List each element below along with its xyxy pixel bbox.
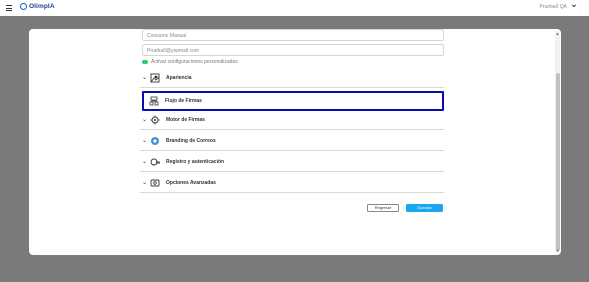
chevron-down-icon[interactable]: ⌄ — [141, 74, 148, 81]
user-name[interactable]: Prueba0 QA — [539, 4, 567, 10]
custom-config-toggle-row: Activar configuraciones personalizadas — [142, 59, 238, 65]
section-label: Branding de Correos — [166, 137, 216, 144]
section-label: Motor de Firmas — [166, 116, 205, 123]
custom-config-toggle[interactable] — [142, 60, 148, 64]
signature-engine-icon — [150, 115, 160, 124]
appearance-icon — [150, 73, 160, 82]
email-branding-icon — [151, 136, 159, 145]
auth-icon — [150, 158, 160, 165]
name-field-value: Consumo Manual — [147, 33, 187, 39]
save-button[interactable]: Guardar — [406, 204, 443, 212]
brand-name: OlimpIA — [29, 3, 55, 10]
section-label: Apariencia — [166, 74, 192, 81]
chevron-down-icon[interactable]: ⌄ — [141, 137, 148, 144]
custom-config-toggle-label: Activar configuraciones personalizadas — [151, 59, 238, 65]
scroll-down-arrow-icon[interactable]: ▼ — [556, 248, 560, 253]
email-field[interactable]: Prueba0@yopmail.com — [142, 44, 444, 56]
chevron-down-icon[interactable] — [571, 3, 577, 9]
settings-modal: Consumo Manual Prueba0@yopmail.com Activ… — [29, 29, 561, 255]
section-email-branding[interactable]: ⌄ Branding de Correos — [140, 131, 444, 151]
section-label: Registro y autenticación — [166, 158, 225, 165]
section-appearance[interactable]: ⌄ Apariencia — [140, 68, 444, 88]
section-auth[interactable]: ⌄ Registro y autenticación — [140, 152, 444, 172]
section-label: Opciones Avanzadas — [166, 179, 216, 186]
name-field[interactable]: Consumo Manual — [142, 29, 444, 41]
email-field-value: Prueba0@yopmail.com — [147, 48, 200, 54]
logo-mark-icon — [20, 3, 27, 10]
modal-backdrop — [0, 16, 589, 29]
back-button[interactable]: Regresar — [367, 204, 399, 212]
chevron-down-icon[interactable]: ⌄ — [141, 158, 148, 165]
scroll-up-arrow-icon[interactable]: ▲ — [556, 31, 560, 36]
scrollbar-thumb[interactable] — [555, 73, 560, 251]
menu-icon[interactable] — [6, 5, 12, 11]
section-signature-flow[interactable]: Flujo de Firmas — [142, 91, 444, 111]
advanced-options-icon — [150, 179, 160, 186]
logo[interactable]: OlimpIA — [20, 3, 55, 10]
section-advanced-options[interactable]: ⌄ Opciones Avanzadas — [140, 173, 444, 193]
signature-flow-icon — [149, 96, 159, 106]
top-navigation-bar: OlimpIA Prueba0 QA — [0, 0, 589, 16]
modal-backdrop-bottom — [0, 255, 589, 282]
section-signature-engine[interactable]: ⌄ Motor de Firmas — [140, 110, 444, 130]
chevron-down-icon[interactable]: ⌄ — [141, 179, 148, 186]
section-label: Flujo de Firmas — [165, 98, 202, 104]
chevron-down-icon[interactable]: ⌄ — [141, 116, 148, 123]
